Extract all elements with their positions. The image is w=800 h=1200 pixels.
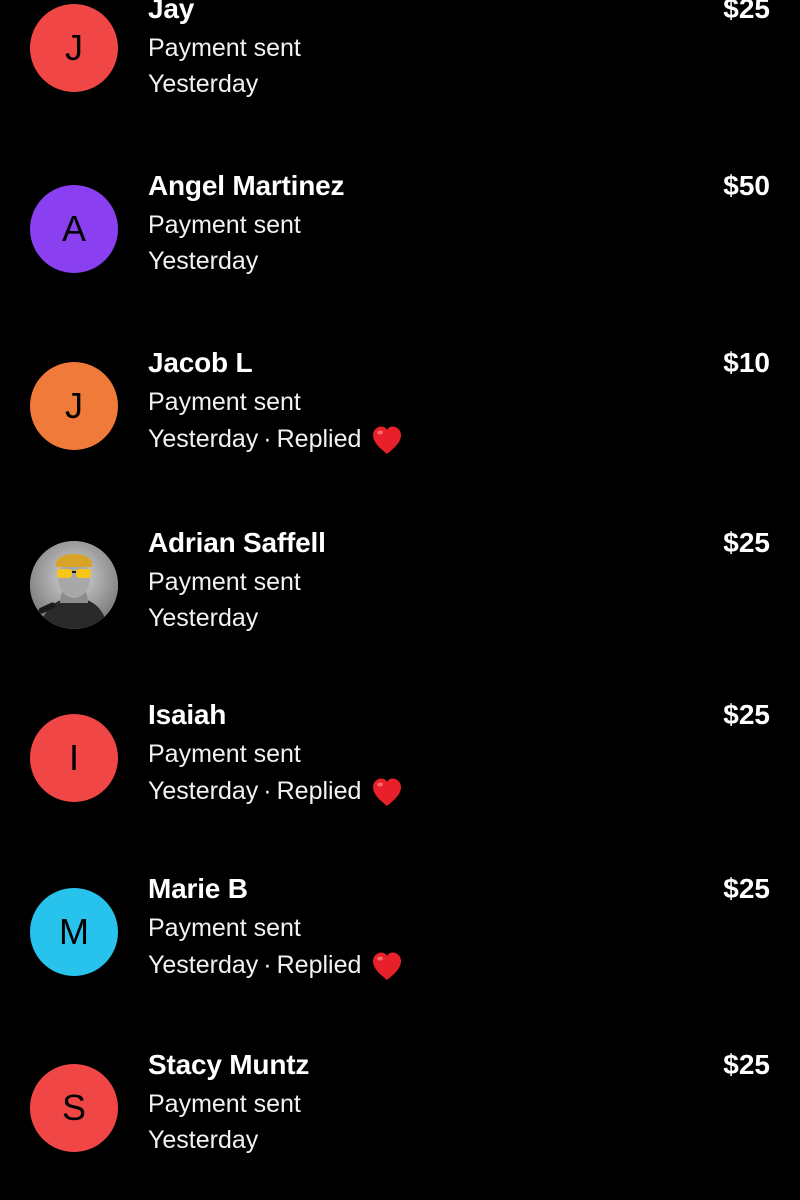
avatar-initial: I xyxy=(68,737,79,778)
contact-name: Jacob L xyxy=(148,347,253,378)
transaction-time: Yesterday xyxy=(148,604,259,632)
transaction-meta: Yesterday · Replied xyxy=(148,776,403,806)
heart-icon xyxy=(373,778,402,806)
avatar[interactable]: M xyxy=(30,888,118,976)
replied-label: Replied xyxy=(276,776,362,805)
transaction-row-adrian-saffell[interactable]: Adrian Saffell Payment sent Yesterday $2… xyxy=(0,527,800,677)
contact-name: Adrian Saffell xyxy=(148,527,326,558)
payment-amount: $25 xyxy=(723,527,770,558)
transaction-meta: Yesterday · Replied xyxy=(148,424,403,454)
heart-icon xyxy=(373,426,402,454)
transaction-meta: Yesterday xyxy=(148,604,258,633)
transaction-list: J Jay Payment sent Yesterday $25 A Angel… xyxy=(0,0,800,1200)
payment-status: Payment sent xyxy=(148,388,301,416)
payment-amount: $10 xyxy=(723,347,770,378)
payment-status: Payment sent xyxy=(148,740,301,768)
transaction-time: Yesterday xyxy=(148,776,259,805)
heart-icon xyxy=(373,952,402,980)
contact-name: Marie B xyxy=(148,873,248,904)
transaction-time: Yesterday xyxy=(148,247,259,275)
transaction-meta: Yesterday xyxy=(148,70,258,99)
payment-amount: $25 xyxy=(723,0,770,24)
replied-label: Replied xyxy=(276,950,362,979)
payment-status: Payment sent xyxy=(148,568,301,596)
payment-amount: $50 xyxy=(723,170,770,201)
transaction-row-stacy-muntz[interactable]: S Stacy Muntz Payment sent Yesterday $25 xyxy=(0,1049,800,1199)
transaction-row-jay[interactable]: J Jay Payment sent Yesterday $25 xyxy=(0,0,800,143)
transaction-meta: Yesterday xyxy=(148,1126,258,1155)
payment-status: Payment sent xyxy=(148,211,301,239)
contact-name: Isaiah xyxy=(148,699,227,730)
contact-name: Angel Martinez xyxy=(148,170,345,201)
transaction-time: Yesterday xyxy=(148,424,259,453)
meta-separator: · xyxy=(263,424,272,453)
avatar-initial: S xyxy=(61,1087,86,1128)
meta-separator: · xyxy=(263,776,272,805)
payment-amount: $25 xyxy=(723,699,770,730)
profile-photo xyxy=(30,541,118,629)
transaction-meta: Yesterday xyxy=(148,247,258,276)
transaction-time: Yesterday xyxy=(148,1126,259,1154)
payment-status: Payment sent xyxy=(148,914,301,942)
transaction-row-jacob-l[interactable]: J Jacob L Payment sent Yesterday · Repli… xyxy=(0,347,800,497)
avatar[interactable]: J xyxy=(30,362,118,450)
avatar-initial: J xyxy=(65,27,83,68)
avatar-initial: J xyxy=(65,385,83,426)
avatar-initial: M xyxy=(59,911,89,952)
avatar[interactable]: I xyxy=(30,714,118,802)
payment-status: Payment sent xyxy=(148,34,301,62)
payment-status: Payment sent xyxy=(148,1090,301,1118)
transaction-row-marie-b[interactable]: M Marie B Payment sent Yesterday · Repli… xyxy=(0,873,800,1023)
avatar[interactable]: A xyxy=(30,185,118,273)
contact-name: Jay xyxy=(148,0,195,24)
avatar-initial: A xyxy=(61,208,86,249)
transaction-row-isaiah[interactable]: I Isaiah Payment sent Yesterday · Replie… xyxy=(0,699,800,849)
meta-separator: · xyxy=(263,950,272,979)
transaction-time: Yesterday xyxy=(148,70,259,98)
transaction-time: Yesterday xyxy=(148,950,259,979)
replied-label: Replied xyxy=(276,424,362,453)
payment-amount: $25 xyxy=(723,873,770,904)
transaction-meta: Yesterday · Replied xyxy=(148,950,403,980)
avatar[interactable]: S xyxy=(30,1064,118,1152)
avatar-photo[interactable] xyxy=(30,541,118,629)
payment-amount: $25 xyxy=(723,1049,770,1080)
contact-name: Stacy Muntz xyxy=(148,1049,310,1080)
transaction-row-angel-martinez[interactable]: A Angel Martinez Payment sent Yesterday … xyxy=(0,170,800,320)
avatar[interactable]: J xyxy=(30,4,118,92)
